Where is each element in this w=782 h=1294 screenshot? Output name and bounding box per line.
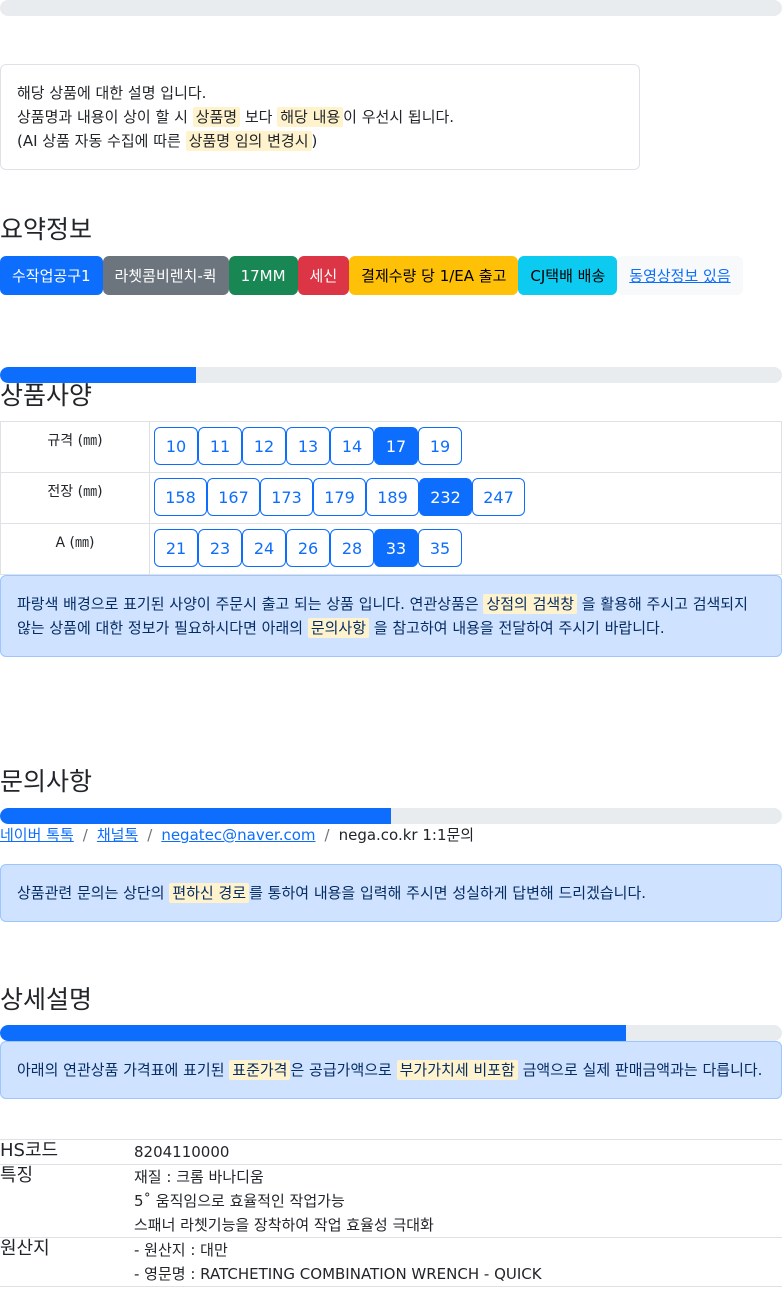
spec-option[interactable]: 24 — [242, 529, 286, 567]
info-value-line: 5˚ 움직임으로 효율적인 작업가능 — [134, 1192, 345, 1210]
detail-progress-fill — [0, 1025, 626, 1041]
badge-quantity: 결제수량 당 1/EA 출고 — [349, 256, 519, 295]
spec-option-selected[interactable]: 33 — [374, 529, 418, 567]
spec-option[interactable]: 189 — [366, 478, 419, 516]
inquiry-info-alert: 상품관련 문의는 상단의 편하신 경로 를 통하여 내용을 입력해 주시면 성실하… — [0, 864, 782, 922]
info-value-line: 재질 : 크롬 바나디움 — [134, 1168, 264, 1186]
info-value-line: - 영문명 : RATCHETING COMBINATION WRENCH - … — [134, 1265, 542, 1283]
badge-shipping: CJ택배 배송 — [518, 256, 618, 295]
highlight-search: 상점의 검색창 — [483, 594, 578, 614]
info-row: 특징 재질 : 크롬 바나디움 5˚ 움직임으로 효율적인 작업가능스패너 라쳇기능… — [0, 1165, 782, 1238]
detail-info-alert: 아래의 연관상품 가격표에 표기된 표준가격 은 공급가액으로 부가가치세 비포함… — [0, 1041, 782, 1099]
video-info-link[interactable]: 동영상정보 있음 — [617, 256, 743, 295]
spec-option[interactable]: 28 — [330, 529, 374, 567]
highlight-route: 편하신 경로 — [169, 883, 250, 903]
spec-option[interactable]: 35 — [418, 529, 462, 567]
spec-option[interactable]: 173 — [260, 478, 313, 516]
notice-line-1: 해당 상품에 대한 설명 입니다. — [17, 84, 207, 102]
spec-option[interactable]: 10 — [154, 427, 198, 465]
spec-option[interactable]: 158 — [154, 478, 207, 516]
spec-option[interactable]: 23 — [198, 529, 242, 567]
info-value: - 원산지 : 대만 - 영문명 : RATCHETING COMBINATION… — [134, 1238, 782, 1286]
spec-row: 전장 (㎜) 158 167 173 179 189 232 247 — [0, 473, 782, 524]
spec-progress-bar — [0, 367, 782, 383]
spec-row-label: 규격 (㎜) — [0, 422, 150, 472]
detail-progress-bar — [0, 1025, 782, 1041]
spec-option[interactable]: 19 — [418, 427, 462, 465]
info-key: HS코드 — [0, 1140, 59, 1161]
spec-option-selected[interactable]: 17 — [374, 427, 418, 465]
top-progress-bar — [0, 0, 782, 16]
info-row: 원산지 - 원산지 : 대만 - 영문명 : RATCHETING COMBINAT… — [0, 1238, 782, 1287]
spec-row-label: A (㎜) — [0, 524, 150, 574]
inquiry-progress-bar — [0, 808, 782, 824]
badge-size: 17MM — [228, 256, 298, 295]
highlight-content: 해당 내용 — [277, 107, 344, 127]
info-key: 원산지 — [0, 1238, 50, 1259]
spec-option-group: 10 11 12 13 14 17 19 — [150, 422, 782, 472]
notice-line-2: 상품명과 내용이 상이 할 시 상품명 보다 해당 내용 이 우선시 됩니다. — [17, 107, 455, 127]
highlight-inquiry: 문의사항 — [307, 618, 370, 638]
spec-option[interactable]: 13 — [286, 427, 330, 465]
naver-talktalk-link[interactable]: 네이버 톡톡 — [0, 824, 74, 846]
email-link[interactable]: negatec@naver.com — [161, 824, 315, 846]
detail-info-table: HS코드 8204110000 특징 재질 : 크롬 바나디움 5˚ 움직임으로 효율적… — [0, 1139, 782, 1287]
info-value-line: 8204110000 — [134, 1143, 230, 1161]
detail-title: 상세설명 — [0, 985, 93, 1014]
inquiry-progress-fill — [0, 808, 391, 824]
spec-option[interactable]: 21 — [154, 529, 198, 567]
info-value: 8204110000 — [134, 1140, 782, 1164]
info-value-line: 스패너 라쳇기능을 장착하여 작업 효율성 극대화 — [134, 1216, 434, 1234]
spec-option[interactable]: 26 — [286, 529, 330, 567]
inquiry-channels: 네이버 톡톡 / 채널톡 / negatec@naver.com / nega.… — [0, 824, 475, 846]
spec-row-label: 전장 (㎜) — [0, 473, 150, 523]
notice-line-3: (AI 상품 자동 수집에 따른 상품명 임의 변경시) — [17, 131, 318, 151]
spec-option[interactable]: 12 — [242, 427, 286, 465]
info-value-line: - 원산지 : 대만 — [134, 1241, 228, 1259]
site-inquiry-text: nega.co.kr 1:1문의 — [338, 826, 475, 844]
info-key: 특징 — [0, 1165, 34, 1186]
highlight-product-name: 상품명 — [192, 107, 241, 127]
spec-row: 규격 (㎜) 10 11 12 13 14 17 19 — [0, 422, 782, 473]
spec-option-group: 21 23 24 26 28 33 35 — [150, 524, 782, 574]
spec-option[interactable]: 247 — [472, 478, 525, 516]
highlight-name-change: 상품명 임의 변경시 — [185, 131, 312, 151]
spec-option-selected[interactable]: 232 — [419, 478, 472, 516]
spec-option[interactable]: 11 — [198, 427, 242, 465]
badge-product-type: 라쳇콤비렌치-퀵 — [102, 256, 229, 295]
spec-option[interactable]: 167 — [207, 478, 260, 516]
channeltalk-link[interactable]: 채널톡 — [97, 824, 138, 846]
spec-table: 규격 (㎜) 10 11 12 13 14 17 19 전장 (㎜) 158 167 173 179 18… — [0, 421, 782, 575]
info-row: HS코드 8204110000 — [0, 1140, 782, 1165]
summary-badges: 수작업공구1 라쳇콤비렌치-퀵 17MM 세신 결제수량 당 1/EA 출고 C… — [0, 256, 743, 295]
badge-category: 수작업공구1 — [0, 256, 103, 295]
badge-brand: 세신 — [297, 256, 350, 295]
inquiry-title: 문의사항 — [0, 767, 93, 796]
spec-info-alert: 파랑색 배경으로 표기된 사양이 주문시 출고 되는 상품 입니다. 연관상품은… — [0, 575, 782, 657]
highlight-vat-excluded: 부가가치세 비포함 — [396, 1060, 518, 1080]
spec-row: A (㎜) 21 23 24 26 28 33 35 — [0, 524, 782, 575]
highlight-standard-price: 표준가격 — [229, 1060, 291, 1080]
spec-option[interactable]: 14 — [330, 427, 374, 465]
product-notice: 해당 상품에 대한 설명 입니다. 상품명과 내용이 상이 할 시 상품명 보다… — [0, 64, 640, 170]
spec-option-group: 158 167 173 179 189 232 247 — [150, 473, 782, 523]
spec-option[interactable]: 179 — [313, 478, 366, 516]
info-value: 재질 : 크롬 바나디움 5˚ 움직임으로 효율적인 작업가능스패너 라쳇기능을 … — [134, 1165, 782, 1237]
spec-title: 상품사양 — [0, 381, 93, 410]
summary-title: 요약정보 — [0, 215, 93, 244]
